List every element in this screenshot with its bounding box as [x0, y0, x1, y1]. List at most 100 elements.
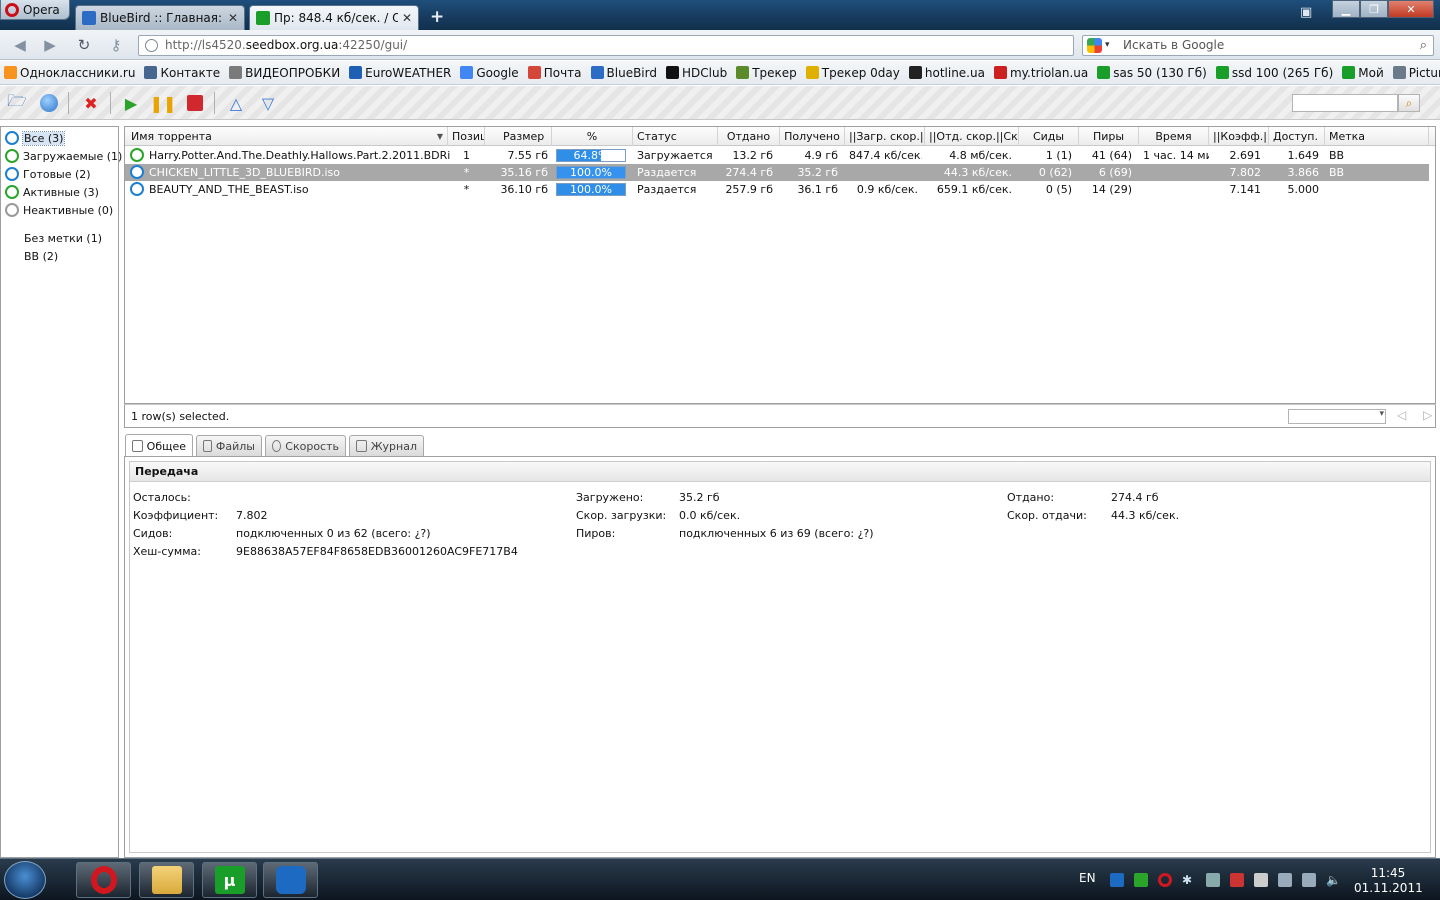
- minimize-icon[interactable]: ▁: [1332, 0, 1360, 18]
- forward-icon[interactable]: ▶: [40, 36, 60, 54]
- column-header-seeds[interactable]: Сиды: [1019, 127, 1079, 146]
- torrent-row[interactable]: CHICKEN_LITTLE_3D_BLUEBIRD.iso * 35.16 гб Р…: [125, 164, 1429, 181]
- search-icon[interactable]: ⌕: [1420, 36, 1427, 55]
- bookmark-item[interactable]: BlueBird: [590, 66, 657, 80]
- google-icon[interactable]: [1087, 38, 1102, 53]
- bookmark-item[interactable]: HDClub: [665, 66, 727, 80]
- torrent-row[interactable]: Harry.Potter.And.The.Deathly.Hallows.Par…: [125, 147, 1429, 164]
- filter-search-icon[interactable]: ⌕: [1398, 94, 1420, 112]
- bookmark-item[interactable]: Google: [460, 66, 519, 80]
- column-header-uploaded[interactable]: Отдано: [718, 127, 780, 146]
- url-input[interactable]: http://ls4520.seedbox.org.ua:42250/gui/: [138, 35, 1074, 56]
- move-up-icon[interactable]: △: [225, 93, 247, 113]
- column-header-status[interactable]: Статус: [633, 127, 718, 146]
- close-window-icon[interactable]: ✕: [1388, 0, 1434, 18]
- tray-teamviewer-icon[interactable]: [1110, 873, 1124, 887]
- torrent-cell-status: Загружается: [637, 149, 713, 162]
- move-down-icon[interactable]: ▽: [257, 93, 279, 113]
- bookmark-item[interactable]: sas 50 (130 Гб): [1097, 66, 1207, 80]
- tab-files[interactable]: Файлы: [196, 435, 262, 456]
- maximize-icon[interactable]: ❐: [1360, 0, 1388, 18]
- category-active[interactable]: Активные (3): [5, 184, 99, 200]
- column-header-down-speed[interactable]: ||Загр. скор.||: [845, 127, 925, 146]
- column-header-downloaded[interactable]: Получено: [780, 127, 845, 146]
- bookmark-item[interactable]: my.triolan.ua: [993, 66, 1088, 80]
- opera-menu-button[interactable]: Opera: [0, 0, 70, 20]
- language-indicator[interactable]: EN: [1079, 871, 1096, 885]
- prev-page-icon[interactable]: ◁: [1397, 408, 1406, 422]
- browser-tab-bluebird[interactable]: BlueBird :: Главная: ск... ✕: [75, 5, 245, 30]
- bookmark-item[interactable]: Контакте: [144, 66, 220, 80]
- category-inactive[interactable]: Неактивные (0): [5, 202, 113, 218]
- start-button[interactable]: [4, 861, 46, 899]
- field-label: Отдано:: [1007, 491, 1055, 504]
- tab-close-icon[interactable]: ✕: [228, 11, 238, 25]
- taskbar-teamviewer[interactable]: [263, 862, 318, 898]
- torrent-cell-eta: [1139, 181, 1209, 198]
- label-item-bb[interactable]: BB (2): [24, 250, 58, 263]
- search-input[interactable]: ▾ Искать в Google ⌕: [1082, 35, 1434, 56]
- back-icon[interactable]: ◀: [10, 36, 30, 54]
- bookmark-favicon-icon: [1342, 66, 1356, 79]
- category-all[interactable]: Все (3): [5, 130, 66, 146]
- column-header-peers[interactable]: Пиры: [1079, 127, 1139, 146]
- add-torrent-file-icon[interactable]: 🗁: [6, 91, 28, 113]
- bookmark-item[interactable]: ssd 100 (265 Гб): [1215, 66, 1333, 80]
- volume-icon[interactable]: 🔈: [1326, 873, 1341, 887]
- page-select[interactable]: [1288, 409, 1386, 424]
- column-header-percent[interactable]: %: [552, 127, 633, 146]
- column-header-name[interactable]: Имя торрента ▼: [125, 127, 448, 146]
- system-clock[interactable]: 11:45 01.11.2011: [1354, 866, 1423, 896]
- tray-utorrent-icon[interactable]: [1134, 873, 1148, 887]
- column-header-eta[interactable]: Время: [1139, 127, 1209, 146]
- torrent-row[interactable]: BEAUTY_AND_THE_BEAST.iso * 36.10 гб Раздает…: [125, 181, 1429, 198]
- taskbar-explorer[interactable]: [139, 862, 194, 898]
- bookmark-item[interactable]: Трекер: [736, 66, 797, 80]
- tray-usb-icon[interactable]: [1254, 873, 1268, 887]
- label-item-none[interactable]: Без метки (1): [24, 232, 102, 245]
- next-page-icon[interactable]: ▷: [1423, 408, 1432, 422]
- chevron-down-icon[interactable]: ▾: [1105, 36, 1110, 55]
- tray-flag-icon[interactable]: [1230, 873, 1244, 887]
- reload-icon[interactable]: ↻: [74, 36, 94, 54]
- power-icon[interactable]: [1302, 873, 1316, 887]
- add-torrent-url-icon[interactable]: [38, 93, 60, 113]
- network-icon[interactable]: [1278, 873, 1292, 887]
- filter-input[interactable]: [1292, 94, 1398, 112]
- stop-icon[interactable]: [184, 93, 206, 113]
- column-header-ratio[interactable]: ||Коэфф.||: [1209, 127, 1269, 146]
- clock-time: 11:45: [1370, 866, 1406, 880]
- bookmark-item[interactable]: EuroWEATHER: [349, 66, 451, 80]
- bookmark-item[interactable]: ВИДЕОПРОБКИ: [229, 66, 340, 80]
- new-tab-icon[interactable]: +: [430, 7, 444, 27]
- bookmark-item[interactable]: Мой: [1342, 66, 1384, 80]
- taskbar-utorrent[interactable]: µ: [202, 862, 257, 898]
- bookmark-item[interactable]: Почта: [527, 66, 582, 80]
- column-header-up-speed[interactable]: ||Отд. скор.||Ско: [925, 127, 1019, 146]
- bookmark-item[interactable]: Трекер 0day: [805, 66, 900, 80]
- browser-tab-utorrent[interactable]: Пр: 848.4 кб/сек. / От: ... ✕: [249, 5, 419, 30]
- column-header-availability[interactable]: Доступ.: [1269, 127, 1325, 146]
- bluetooth-icon[interactable]: ✱: [1182, 873, 1196, 887]
- column-header-label[interactable]: Метка: [1325, 127, 1429, 146]
- tab-log[interactable]: Журнал: [349, 435, 424, 456]
- tab-general[interactable]: Общее: [125, 434, 193, 457]
- column-header-size[interactable]: Размер: [485, 127, 552, 146]
- tray-opera-icon[interactable]: [1158, 873, 1172, 887]
- bookmark-item[interactable]: hotline.ua: [908, 66, 985, 80]
- bookmark-item[interactable]: PictureShack: [1392, 66, 1440, 80]
- tray-app-icon[interactable]: [1206, 873, 1220, 887]
- remove-torrent-icon[interactable]: ✖: [80, 93, 102, 113]
- bookmark-item[interactable]: Одноклассники.ru: [4, 66, 135, 80]
- taskbar-opera[interactable]: [76, 862, 131, 898]
- start-icon[interactable]: ▶: [120, 93, 142, 113]
- key-icon[interactable]: ⚷: [106, 36, 126, 54]
- torrent-cell-peers: 6 (69): [1098, 166, 1132, 179]
- tab-speed[interactable]: Скорость: [265, 435, 346, 456]
- pause-icon[interactable]: ❚❚: [150, 93, 177, 113]
- column-header-position[interactable]: Позиц: [448, 127, 485, 146]
- tab-close-icon[interactable]: ✕: [402, 11, 412, 25]
- category-completed[interactable]: Готовые (2): [5, 166, 91, 182]
- trash-icon[interactable]: ▣: [1300, 5, 1316, 21]
- category-downloading[interactable]: Загружаемые (1): [5, 148, 122, 164]
